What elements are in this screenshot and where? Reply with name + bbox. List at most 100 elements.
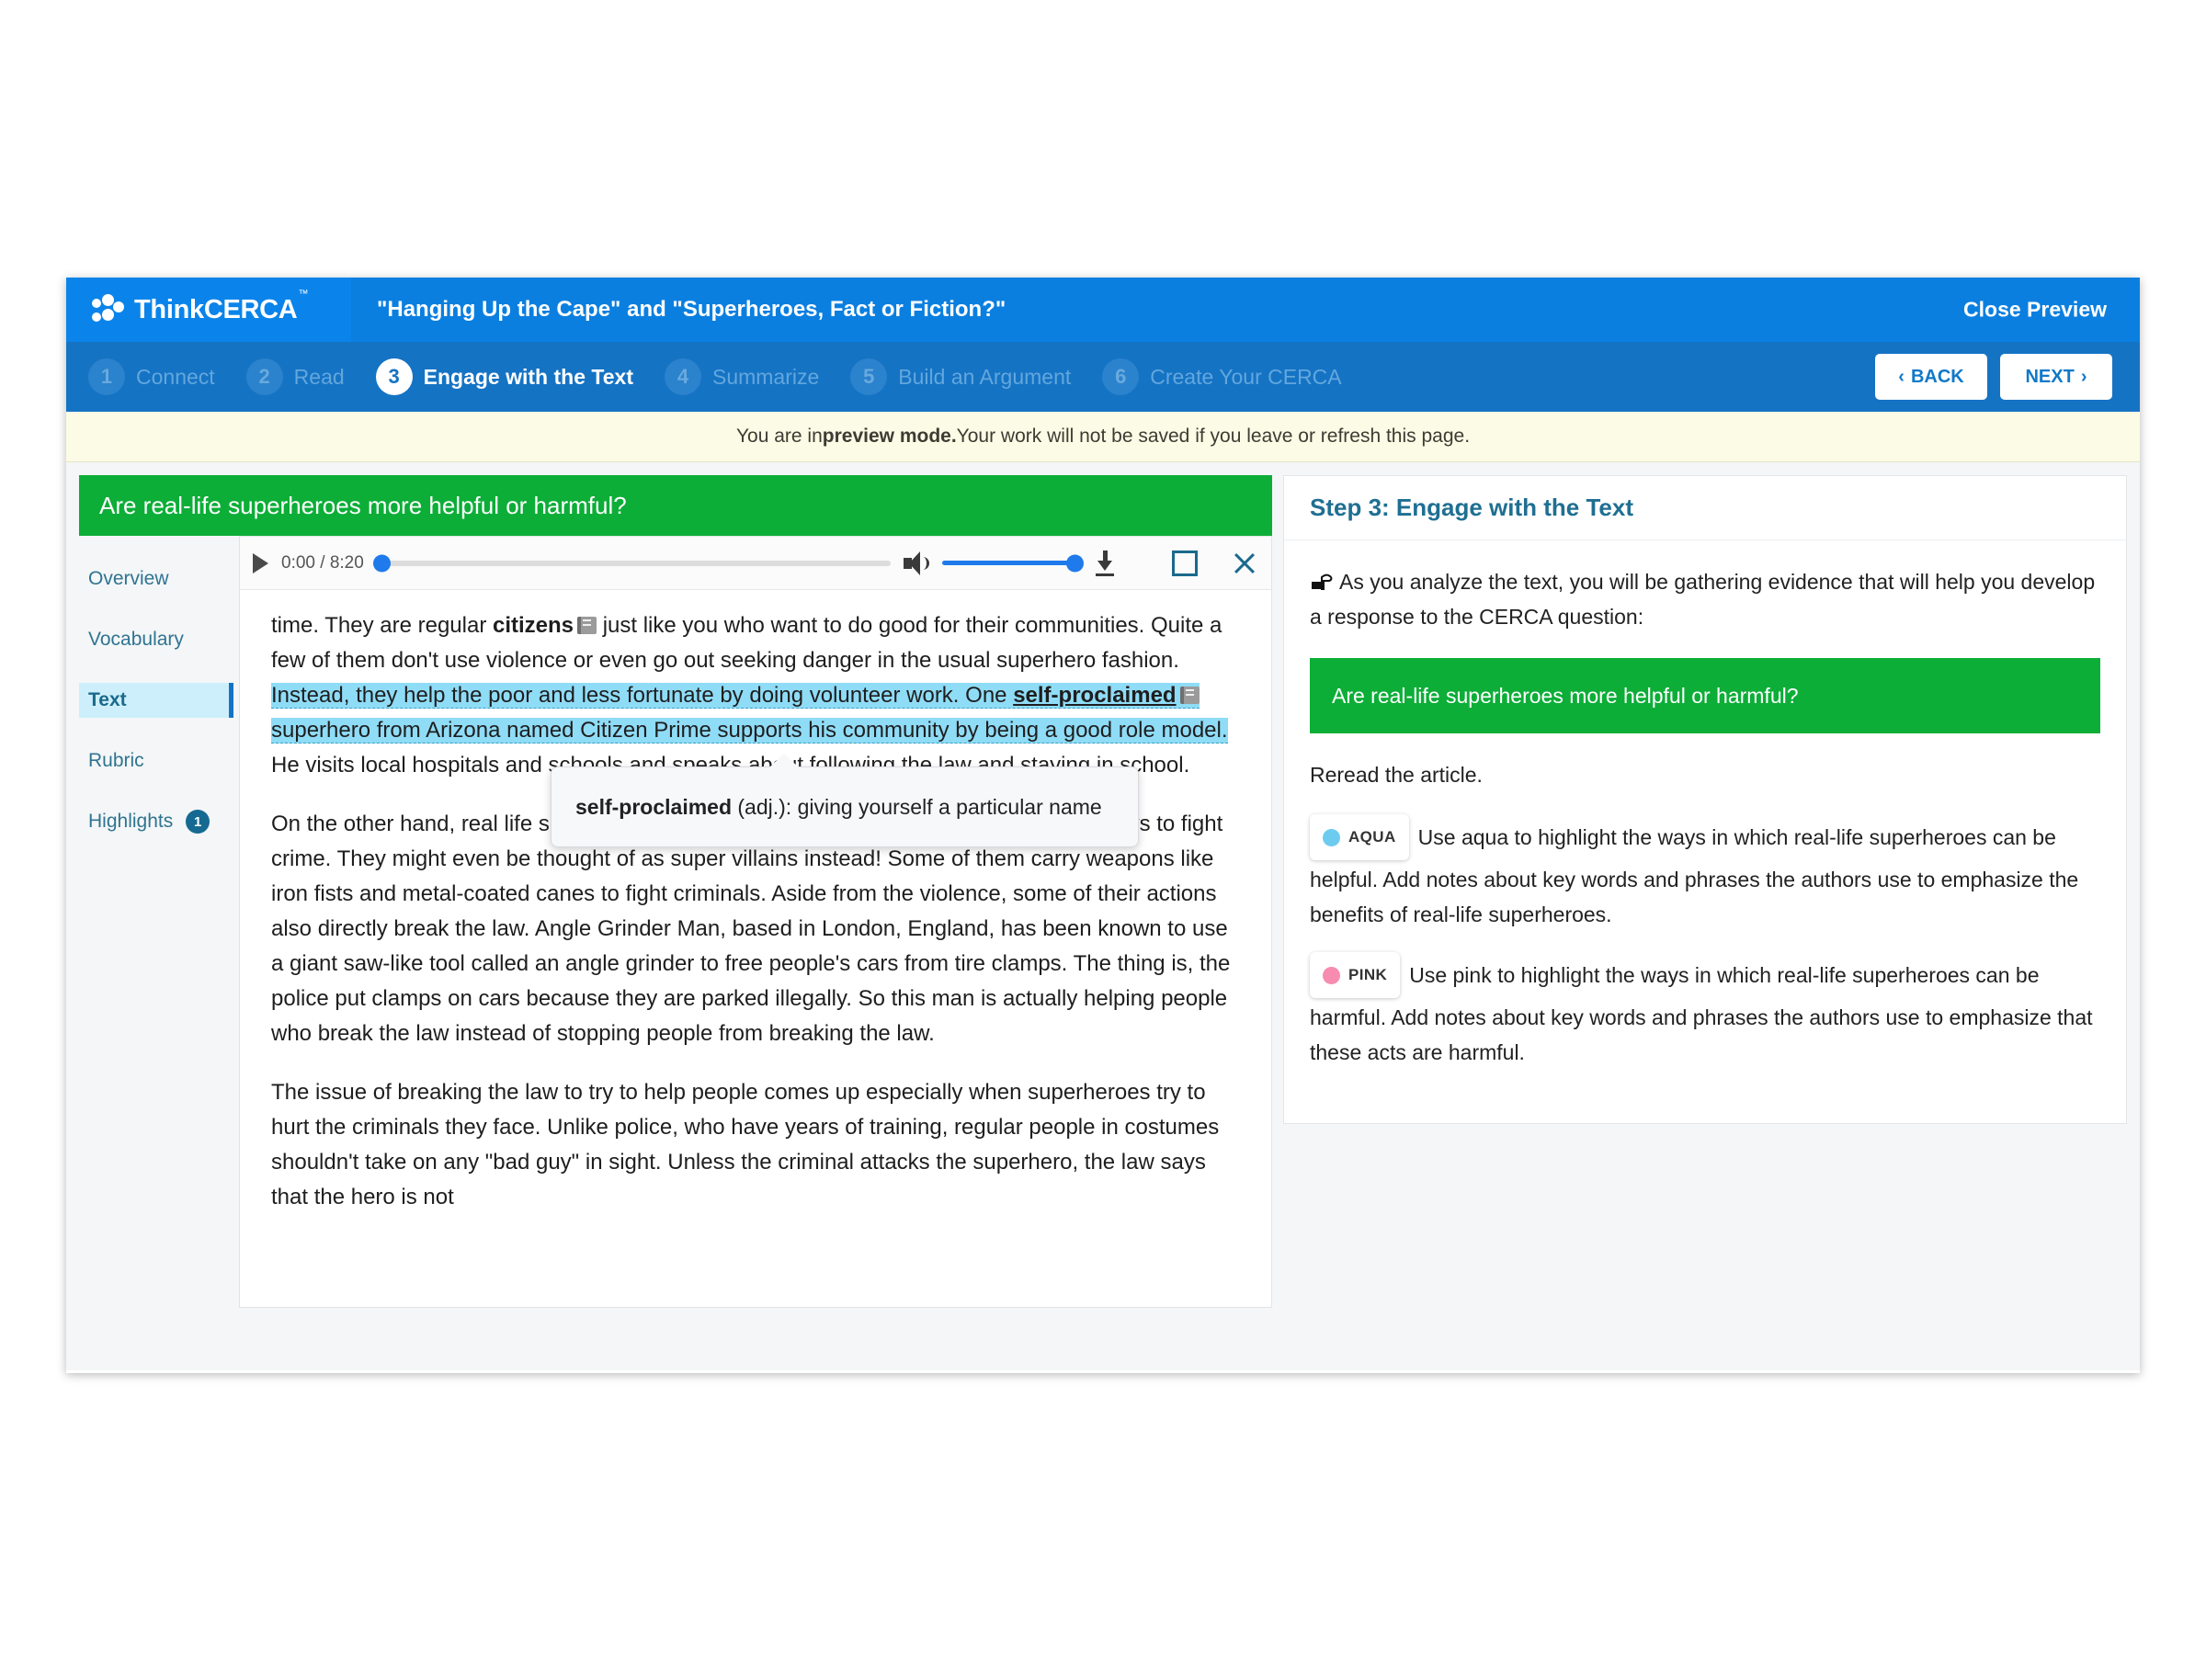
card-title: Step 3: Engage with the Text: [1284, 476, 2126, 540]
volume-slider[interactable]: [942, 554, 1084, 572]
preview-banner-lead: You are in: [735, 426, 823, 447]
glossary-book-icon[interactable]: [1179, 687, 1200, 704]
step-number: 4: [664, 358, 701, 395]
sidebar-item-label: Vocabulary: [88, 629, 184, 650]
preview-banner-strong: preview mode.: [822, 426, 957, 447]
text-reader: 0:00 / 8:20 time. They are regular citiz…: [239, 536, 1272, 1308]
sidebar-item-vocabulary[interactable]: Vocabulary: [79, 622, 233, 657]
download-icon[interactable]: [1093, 550, 1117, 576]
step-2-read[interactable]: 2 Read: [245, 358, 345, 395]
thinkcerca-dots-icon: [92, 294, 124, 325]
top-bar: ThinkCERCA™ "Hanging Up the Cape" and "S…: [66, 278, 2140, 342]
highlights-count-badge: 1: [186, 810, 210, 834]
pointing-hand-icon: [1310, 568, 1334, 590]
sidebar-item-rubric[interactable]: Rubric: [79, 744, 233, 778]
aqua-highlight-1[interactable]: Instead, they help the poor and less for…: [271, 683, 1228, 744]
brand-name: ThinkCERCA™: [134, 288, 309, 324]
close-icon[interactable]: [1231, 550, 1258, 577]
step-label: Summarize: [711, 364, 820, 389]
close-preview-button[interactable]: Close Preview: [1963, 298, 2107, 323]
back-button[interactable]: ‹ BACK: [1875, 354, 1987, 400]
glossary-word-citizens[interactable]: citizens: [493, 613, 574, 638]
article-text[interactable]: time. They are regular citizens just lik…: [240, 590, 1271, 1215]
step-label: Read: [293, 364, 345, 389]
left-body: Overview Vocabulary Text Rubric Highligh…: [79, 536, 1272, 1308]
glossary-tooltip: self-proclaimed (adj.): giving yourself …: [551, 754, 1139, 847]
next-label: NEXT: [2025, 366, 2075, 387]
progress-knob[interactable]: [372, 554, 391, 572]
sidebar-item-overview[interactable]: Overview: [79, 562, 233, 596]
glossary-word-self-proclaimed[interactable]: self-proclaimed: [1013, 683, 1176, 708]
step-3-engage-with-the-text[interactable]: 3 Engage with the Text: [375, 358, 633, 395]
brand-logo[interactable]: ThinkCERCA™: [66, 278, 351, 342]
aqua-instruction: AQUA Use aqua to highlight the ways in w…: [1310, 814, 2100, 932]
chevron-left-icon: ‹: [1898, 366, 1905, 387]
volume-icon[interactable]: [904, 551, 929, 575]
aqua-badge[interactable]: AQUA: [1310, 814, 1409, 860]
step-6-create-your-cerca[interactable]: 6 Create Your CERCA: [1102, 358, 1342, 395]
step-number: 2: [245, 358, 283, 395]
aqua-color-dot-icon: [1323, 828, 1340, 846]
volume-knob[interactable]: [1066, 554, 1084, 572]
step-5-build-an-argument[interactable]: 5 Build an Argument: [850, 358, 1071, 395]
aqua-badge-label: AQUA: [1348, 828, 1396, 846]
tooltip-arrow: [768, 754, 800, 768]
highlight-part-b: superhero from Arizona named Citizen Pri…: [271, 718, 1228, 743]
play-icon[interactable]: [253, 552, 268, 573]
step-1-connect[interactable]: 1 Connect: [88, 358, 215, 395]
audio-progress-slider[interactable]: [372, 554, 891, 572]
reread-instruction: Reread the article.: [1310, 763, 1483, 787]
audio-player: 0:00 / 8:20: [240, 537, 1271, 590]
sidebar-item-label: Text: [88, 689, 127, 710]
step-number: 5: [850, 358, 888, 395]
tooltip-term: self-proclaimed: [575, 795, 732, 819]
right-panel: Step 3: Engage with the Text As you anal…: [1272, 462, 2140, 1370]
glossary-book-icon[interactable]: [577, 617, 597, 634]
pink-badge-label: PINK: [1348, 966, 1388, 983]
pink-instruction-text: Use pink to highlight the ways in which …: [1310, 963, 2093, 1064]
step-label: Create Your CERCA: [1150, 364, 1342, 389]
cerca-question-box: Are real-life superheroes more helpful o…: [1310, 658, 2100, 733]
aqua-instruction-text: Use aqua to highlight the ways in which …: [1310, 825, 2079, 926]
app-window: ThinkCERCA™ "Hanging Up the Cape" and "S…: [66, 278, 2140, 1373]
article-paragraph-3: The issue of breaking the law to try to …: [271, 1080, 1220, 1209]
step-instructions-card: Step 3: Engage with the Text As you anal…: [1283, 475, 2127, 1124]
preview-banner-rest: Your work will not be saved if you leave…: [956, 426, 1471, 447]
paragraph-1-part-a: time. They are regular: [271, 613, 493, 638]
card-body: As you analyze the text, you will be gat…: [1284, 540, 2126, 1123]
sidebar-item-label: Highlights: [88, 811, 174, 832]
document-title: "Hanging Up the Cape" and "Superheroes, …: [377, 297, 1006, 322]
steps-bar: 1 Connect 2 Read 3 Engage with the Text …: [66, 342, 2140, 412]
left-panel: Are real-life superheroes more helpful o…: [66, 462, 1272, 1370]
lesson-sidenav: Overview Vocabulary Text Rubric Highligh…: [79, 536, 233, 1308]
tooltip-definition: (adj.): giving yourself a particular nam…: [732, 795, 1102, 819]
step-4-summarize[interactable]: 4 Summarize: [664, 358, 820, 395]
article-paragraph-1: time. They are regular citizens just lik…: [271, 608, 1240, 783]
step-number: 3: [375, 358, 413, 395]
preview-mode-banner: You are in preview mode. Your work will …: [66, 412, 2140, 462]
intro-block: As you analyze the text, you will be gat…: [1310, 564, 2100, 634]
chevron-right-icon: ›: [2080, 366, 2087, 387]
sidebar-item-highlights[interactable]: Highlights 1: [79, 804, 233, 839]
next-button[interactable]: NEXT ›: [2000, 354, 2112, 400]
back-label: BACK: [1910, 366, 1964, 387]
step-label: Connect: [136, 364, 215, 389]
sidebar-item-label: Rubric: [88, 750, 144, 771]
fullscreen-icon[interactable]: [1172, 550, 1198, 576]
pink-color-dot-icon: [1323, 966, 1340, 984]
navigation-buttons: ‹ BACK NEXT ›: [1875, 354, 2112, 400]
trademark-symbol: ™: [298, 288, 309, 300]
step-number: 1: [88, 358, 125, 395]
step-label: Engage with the Text: [423, 364, 633, 389]
sidebar-item-text[interactable]: Text: [79, 683, 233, 718]
pink-instruction: PINK Use pink to highlight the ways in w…: [1310, 952, 2100, 1070]
main-content: Are real-life superheroes more helpful o…: [66, 462, 2140, 1370]
sidebar-item-label: Overview: [88, 568, 169, 589]
cerca-question-banner: Are real-life superheroes more helpful o…: [79, 475, 1272, 536]
step-number: 6: [1102, 358, 1140, 395]
highlight-part-a: Instead, they help the poor and less for…: [271, 683, 1014, 708]
audio-time-display: 0:00 / 8:20: [281, 552, 364, 573]
step-label: Build an Argument: [898, 364, 1072, 389]
intro-text: As you analyze the text, you will be gat…: [1310, 570, 2096, 629]
pink-badge[interactable]: PINK: [1310, 952, 1401, 998]
